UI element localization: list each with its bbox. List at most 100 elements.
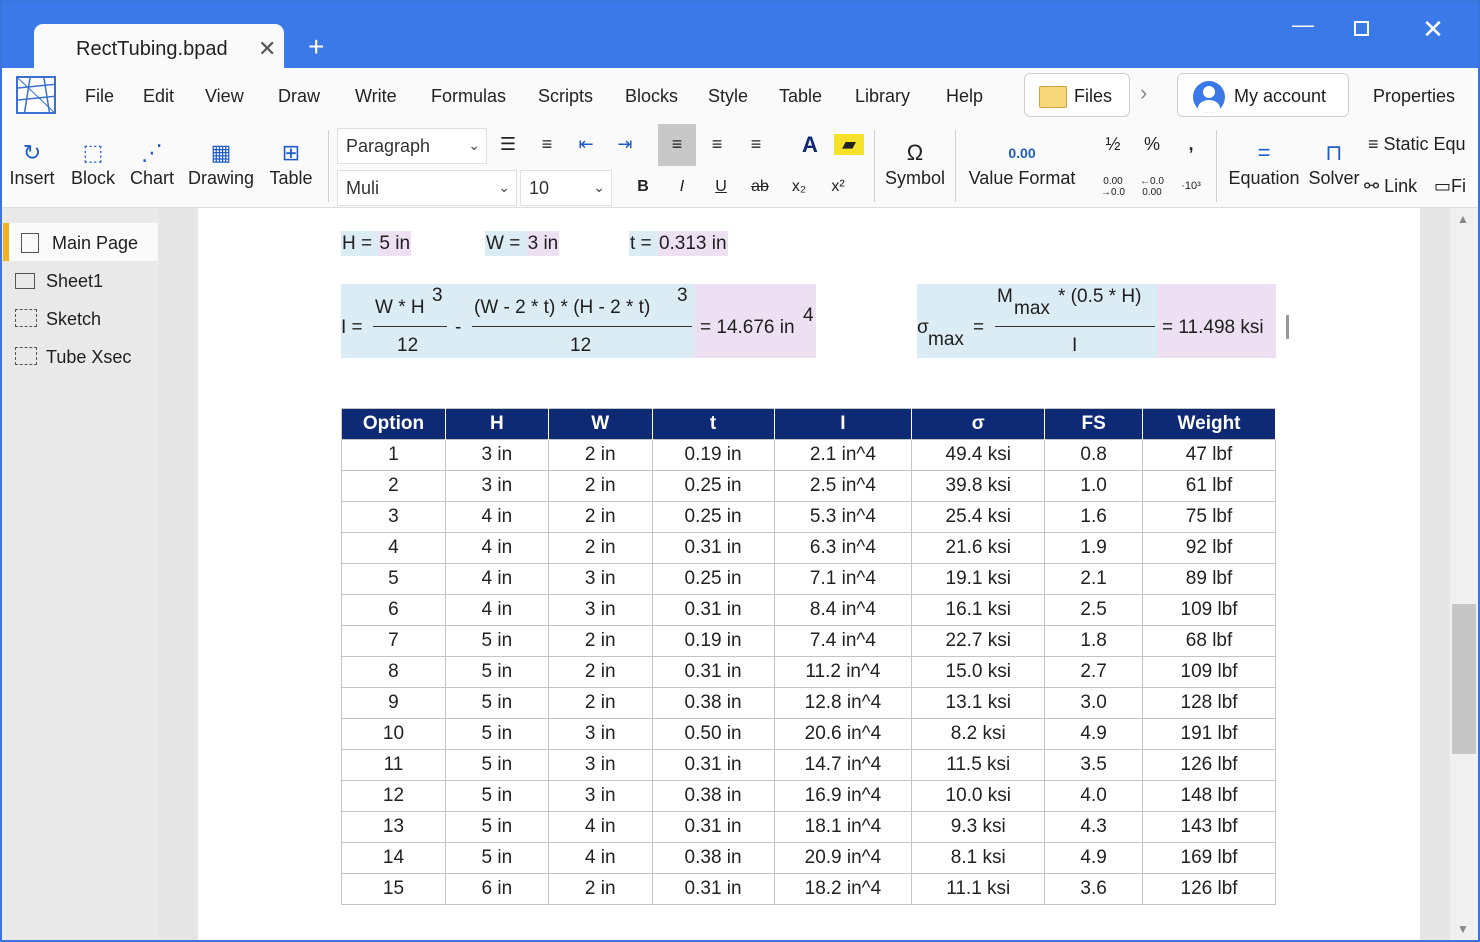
column-header[interactable]: σ bbox=[911, 408, 1046, 440]
variable-t[interactable]: t = 0.313 in bbox=[629, 227, 728, 259]
font-color-icon[interactable]: A bbox=[795, 132, 825, 158]
files-button[interactable]: Files bbox=[1024, 73, 1130, 117]
table-row[interactable]: 75 in 2 in 0.19 in 7.4 in^4 22.7 ksi 1.8 68 lb… bbox=[341, 625, 1276, 657]
table-row[interactable]: 14 5 in 4 in 0.38 in 20.9 in^4 8.1 ksi 4.9 169 … bbox=[341, 842, 1276, 874]
table-button[interactable]: ⊞ Table bbox=[266, 138, 316, 189]
table-cell[interactable]: 4 in bbox=[444, 532, 549, 564]
table-cell[interactable]: 68 lbf bbox=[1142, 625, 1276, 657]
table-row[interactable]: 10 5 in 3 in 0.50 in 20.6 in^4 8.2 ksi 4.9 191 … bbox=[341, 718, 1276, 750]
page-item-tube-xsec[interactable]: Tube Xsec bbox=[3, 337, 158, 375]
scroll-down-icon[interactable]: ▼ bbox=[1457, 922, 1469, 936]
indent-icon[interactable]: ⇥ bbox=[610, 134, 640, 155]
table-cell[interactable]: 3 in bbox=[547, 780, 653, 812]
link-button[interactable]: ⚯ Link bbox=[1364, 176, 1417, 197]
table-cell[interactable]: 16.1 ksi bbox=[911, 594, 1046, 626]
decrease-decimals-button[interactable]: ←0.0 0.00 bbox=[1134, 176, 1170, 198]
table-cell[interactable]: 169 lbf bbox=[1142, 842, 1276, 874]
table-row[interactable]: 11 5 in 3 in 0.31 in 14.7 in^4 11.5 ksi 3.5 126… bbox=[341, 749, 1276, 781]
table-cell[interactable]: 2 in bbox=[547, 656, 653, 688]
column-header[interactable]: FS bbox=[1044, 408, 1144, 440]
chart-button[interactable]: ⋰ Chart bbox=[127, 138, 177, 189]
table-cell[interactable]: 5.3 in^4 bbox=[773, 501, 913, 533]
my-account-button[interactable]: My account bbox=[1177, 73, 1349, 117]
paragraph-style-select[interactable]: Paragraph ⌄ bbox=[337, 128, 487, 164]
table-cell[interactable]: 191 lbf bbox=[1142, 718, 1276, 750]
table-cell[interactable]: 25.4 ksi bbox=[911, 501, 1046, 533]
table-cell[interactable]: 49.4 ksi bbox=[911, 439, 1046, 471]
table-cell[interactable]: 2 in bbox=[547, 470, 653, 502]
table-row[interactable]: 15 6 in 2 in 0.31 in 18.2 in^4 11.1 ksi 3.6 126… bbox=[341, 873, 1276, 905]
table-cell[interactable]: 14 bbox=[341, 842, 446, 874]
table-cell[interactable]: 10 bbox=[341, 718, 446, 750]
table-cell[interactable]: 0.25 in bbox=[651, 563, 775, 595]
table-cell[interactable]: 4.9 bbox=[1044, 718, 1144, 750]
table-cell[interactable]: 2 in bbox=[547, 532, 653, 564]
table-cell[interactable]: 2 in bbox=[547, 687, 653, 719]
table-cell[interactable]: 4 in bbox=[547, 811, 653, 843]
menu-edit[interactable]: Edit bbox=[143, 86, 174, 107]
font-size-select[interactable]: 10 ⌄ bbox=[520, 170, 612, 206]
table-cell[interactable]: 143 lbf bbox=[1142, 811, 1276, 843]
table-cell[interactable]: 0.50 in bbox=[651, 718, 775, 750]
chevron-right-icon[interactable]: › bbox=[1140, 80, 1147, 106]
minimize-icon[interactable]: — bbox=[1288, 12, 1318, 38]
table-cell[interactable]: 9 bbox=[341, 687, 446, 719]
table-cell[interactable]: 0.8 bbox=[1044, 439, 1144, 471]
table-row[interactable]: 13 in 2 in 0.19 in 2.1 in^4 49.4 ksi 0.8 47 lb… bbox=[341, 439, 1276, 471]
table-cell[interactable]: 92 lbf bbox=[1142, 532, 1276, 564]
table-cell[interactable]: 6 bbox=[341, 594, 446, 626]
table-cell[interactable]: 20.9 in^4 bbox=[773, 842, 913, 874]
table-cell[interactable]: 1.6 bbox=[1044, 501, 1144, 533]
table-cell[interactable]: 22.7 ksi bbox=[911, 625, 1046, 657]
table-row[interactable]: 64 in 3 in 0.31 in 8.4 in^4 16.1 ksi 2.5 109 l… bbox=[341, 594, 1276, 626]
table-cell[interactable]: 0.38 in bbox=[651, 687, 775, 719]
table-cell[interactable]: 6.3 in^4 bbox=[773, 532, 913, 564]
menu-scripts[interactable]: Scripts bbox=[538, 86, 593, 107]
table-cell[interactable]: 3.5 bbox=[1044, 749, 1144, 781]
table-cell[interactable]: 3 bbox=[341, 501, 446, 533]
table-cell[interactable]: 2.5 in^4 bbox=[773, 470, 913, 502]
table-cell[interactable]: 2 in bbox=[547, 439, 653, 471]
properties-button[interactable]: Properties bbox=[1373, 86, 1455, 107]
table-cell[interactable]: 0.31 in bbox=[651, 811, 775, 843]
table-cell[interactable]: 2.1 in^4 bbox=[773, 439, 913, 471]
column-header[interactable]: Weight bbox=[1142, 408, 1276, 440]
table-cell[interactable]: 3 in bbox=[547, 718, 653, 750]
value-format-button[interactable]: 0.00 Value Format bbox=[964, 138, 1080, 189]
table-row[interactable]: 12 5 in 3 in 0.38 in 16.9 in^4 10.0 ksi 4.0 148… bbox=[341, 780, 1276, 812]
table-cell[interactable]: 0.38 in bbox=[651, 842, 775, 874]
thousands-separator-button[interactable]: , bbox=[1176, 134, 1206, 155]
table-cell[interactable]: 14.7 in^4 bbox=[773, 749, 913, 781]
table-cell[interactable]: 12.8 in^4 bbox=[773, 687, 913, 719]
scrollbar-thumb[interactable] bbox=[1452, 604, 1476, 754]
window-close-icon[interactable]: ✕ bbox=[1418, 14, 1448, 45]
insert-button[interactable]: ↻ Insert bbox=[6, 138, 58, 189]
table-cell[interactable]: 5 in bbox=[444, 625, 549, 657]
table-cell[interactable]: 7.1 in^4 bbox=[773, 563, 913, 595]
variable-h[interactable]: H = 5 in bbox=[341, 227, 412, 259]
table-cell[interactable]: 5 in bbox=[444, 718, 549, 750]
menu-table[interactable]: Table bbox=[779, 86, 822, 107]
strikethrough-button[interactable]: ab bbox=[745, 178, 775, 196]
table-cell[interactable]: 126 lbf bbox=[1142, 873, 1276, 905]
table-row[interactable]: 23 in 2 in 0.25 in 2.5 in^4 39.8 ksi 1.0 61 lb… bbox=[341, 470, 1276, 502]
table-cell[interactable]: 2 in bbox=[547, 873, 653, 905]
variable-w[interactable]: W = 3 in bbox=[485, 227, 560, 259]
bold-button[interactable]: B bbox=[628, 178, 658, 196]
formula-max-stress[interactable]: σ max = M max * (0.5 * H) I = 11.498 ksi bbox=[917, 284, 1276, 358]
table-cell[interactable]: 0.19 in bbox=[651, 439, 775, 471]
subscript-button[interactable]: x₂ bbox=[784, 178, 814, 196]
table-cell[interactable]: 109 lbf bbox=[1142, 656, 1276, 688]
table-cell[interactable]: 18.1 in^4 bbox=[773, 811, 913, 843]
table-cell[interactable]: 3.6 bbox=[1044, 873, 1144, 905]
column-header[interactable]: W bbox=[548, 408, 653, 440]
menu-file[interactable]: File bbox=[85, 86, 114, 107]
table-cell[interactable]: 61 lbf bbox=[1142, 470, 1276, 502]
table-cell[interactable]: 5 in bbox=[444, 656, 549, 688]
scientific-notation-button[interactable]: ·10³ bbox=[1176, 180, 1206, 192]
equation-button[interactable]: = Equation bbox=[1226, 138, 1302, 189]
table-cell[interactable]: 1.9 bbox=[1044, 532, 1144, 564]
table-cell[interactable]: 1.0 bbox=[1044, 470, 1144, 502]
table-cell[interactable]: 11.1 ksi bbox=[911, 873, 1046, 905]
table-cell[interactable]: 89 lbf bbox=[1142, 563, 1276, 595]
